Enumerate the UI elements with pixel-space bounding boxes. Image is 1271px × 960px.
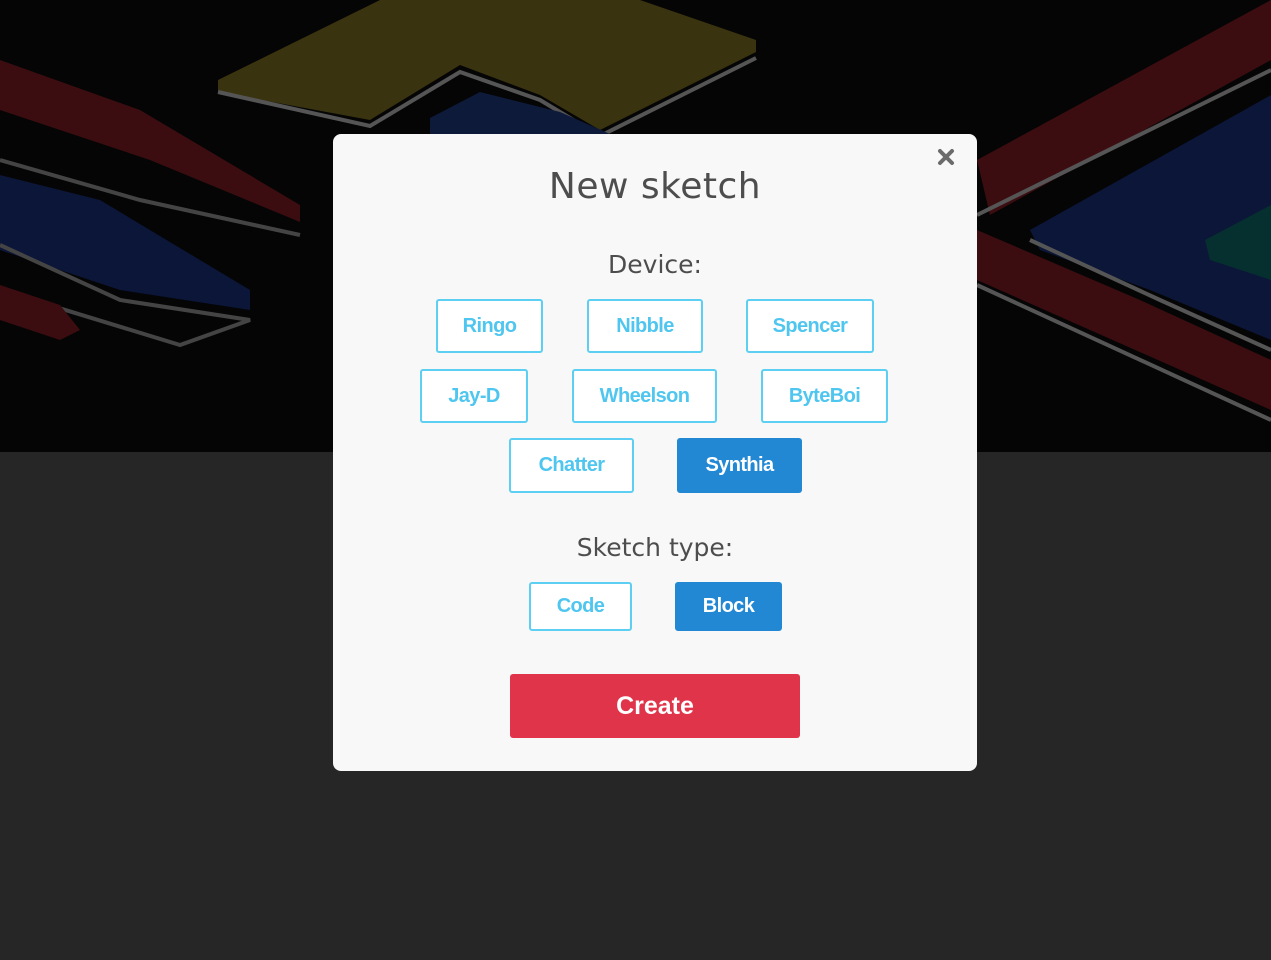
sketch-type-code[interactable]: Code: [529, 582, 632, 631]
device-option-ringo[interactable]: Ringo: [436, 299, 543, 353]
dialog-title: New sketch: [548, 166, 762, 207]
device-option-nibble[interactable]: Nibble: [587, 299, 703, 353]
sketch-type-label: Sketch type:: [576, 533, 734, 562]
device-option-wheelson[interactable]: Wheelson: [572, 369, 717, 423]
device-option-jay-d[interactable]: Jay-D: [420, 369, 528, 423]
close-icon[interactable]: [935, 146, 957, 168]
sketch-type-block[interactable]: Block: [675, 582, 782, 631]
new-sketch-dialog: New sketch Device: Ringo Nibble Spencer …: [333, 134, 977, 771]
device-option-synthia[interactable]: Synthia: [677, 438, 802, 493]
device-option-chatter[interactable]: Chatter: [509, 438, 634, 493]
device-label: Device:: [608, 250, 702, 279]
create-button[interactable]: Create: [510, 674, 800, 738]
device-option-spencer[interactable]: Spencer: [746, 299, 874, 353]
device-option-byteboi[interactable]: ByteBoi: [761, 369, 888, 423]
